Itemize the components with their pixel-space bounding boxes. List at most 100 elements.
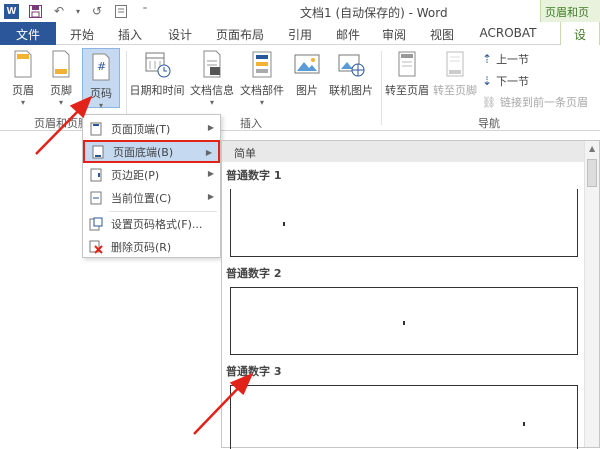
header-icon <box>9 49 37 79</box>
menu-item-label: 删除页码(R) <box>111 240 172 254</box>
tab-hf-design[interactable]: 设 <box>560 22 600 45</box>
document-info-icon <box>198 49 226 79</box>
page-margin-icon <box>89 168 103 182</box>
quick-access-toolbar: W ↶ ▾ ↺ ⁼ <box>4 3 153 19</box>
page-top-icon <box>89 122 103 136</box>
gallery-scrollbar[interactable]: ▲ <box>584 141 599 447</box>
footer-label: 页脚 <box>50 84 72 97</box>
link-icon: ⛓ <box>482 95 496 109</box>
docparts-label: 文档部件 <box>240 84 284 97</box>
remove-page-number-icon <box>89 240 103 254</box>
header-label: 页眉 <box>12 84 34 97</box>
goto-footer-button[interactable]: 转至页脚 <box>432 49 478 98</box>
gallery-item-plain-number-3[interactable] <box>230 385 578 449</box>
group-label-insert: 插入 <box>240 117 262 130</box>
goto-footer-label: 转至页脚 <box>433 84 477 97</box>
gallery-item-plain-number-2[interactable] <box>230 287 578 355</box>
picture-button[interactable]: 图片 <box>290 49 324 98</box>
goto-header-icon <box>393 49 421 79</box>
scroll-up-arrow-icon[interactable]: ▲ <box>589 144 595 153</box>
docinfo-button[interactable]: 文档信息 ▾ <box>188 49 236 107</box>
menu-item-top-of-page[interactable]: 页面顶端(T) ▶ <box>83 117 220 140</box>
link-to-previous-label: 链接到前一条页眉 <box>499 96 588 109</box>
previous-section-button[interactable]: ⇡ 上一节 <box>482 51 529 67</box>
previous-section-icon: ⇡ <box>482 52 493 66</box>
scroll-thumb[interactable] <box>587 159 597 187</box>
submenu-arrow-icon: ▶ <box>207 123 214 132</box>
gallery-section-header: 简单 <box>222 141 584 162</box>
page-number-marker <box>523 422 525 426</box>
page-number-icon: # <box>87 52 115 82</box>
current-position-icon <box>89 191 103 205</box>
gallery-item-title: 普通数字 3 <box>226 365 282 378</box>
tab-view[interactable]: 视图 <box>424 22 460 45</box>
docparts-button[interactable]: 文档部件 ▾ <box>238 49 286 107</box>
tab-home[interactable]: 开始 <box>64 22 100 45</box>
customize-qat-icon[interactable]: ⁼ <box>137 3 153 19</box>
menu-item-current-position[interactable]: 当前位置(C) ▶ <box>83 186 220 209</box>
goto-header-label: 转至页眉 <box>385 84 429 97</box>
tab-insert[interactable]: 插入 <box>112 22 148 45</box>
submenu-arrow-icon: ▶ <box>207 169 214 178</box>
tab-references[interactable]: 引用 <box>282 22 318 45</box>
group-label-header-footer: 页眉和页脚 <box>34 117 89 130</box>
menu-item-remove-page-numbers[interactable]: 删除页码(R) <box>83 235 220 258</box>
menu-item-label: 页边距(P) <box>111 168 160 182</box>
tab-acrobat[interactable]: ACROBAT <box>476 22 540 45</box>
menu-item-label: 当前位置(C) <box>111 191 172 205</box>
menu-item-bottom-of-page[interactable]: 页面底端(B) ▶ <box>83 140 220 163</box>
ribbon-tabs: 文件 开始 插入 设计 页面布局 引用 邮件 审阅 视图 ACROBAT 设 <box>0 22 600 45</box>
group-label-navigation: 导航 <box>478 117 500 130</box>
print-preview-icon[interactable] <box>113 3 129 19</box>
next-section-label: 下一节 <box>496 75 530 88</box>
save-icon[interactable] <box>27 3 43 19</box>
online-picture-button[interactable]: 联机图片 <box>326 49 376 98</box>
online-picture-label: 联机图片 <box>329 84 373 97</box>
datetime-label: 日期和时间 <box>129 84 185 97</box>
gallery-item-plain-number-1[interactable] <box>230 189 578 257</box>
tab-file[interactable]: 文件 <box>0 22 56 45</box>
menu-item-label: 页面底端(B) <box>113 145 174 159</box>
tab-review[interactable]: 审阅 <box>376 22 412 45</box>
tab-mailings[interactable]: 邮件 <box>330 22 366 45</box>
gallery-item-title: 普通数字 2 <box>226 267 282 280</box>
undo-icon[interactable]: ↶ <box>51 3 67 19</box>
tab-page-layout[interactable]: 页面布局 <box>210 22 270 45</box>
word-logo-icon: W <box>4 3 19 19</box>
undo-dropdown-icon[interactable]: ▾ <box>75 3 81 19</box>
link-to-previous-button[interactable]: ⛓ 链接到前一条页眉 <box>482 94 588 110</box>
redo-icon[interactable]: ↺ <box>89 3 105 19</box>
menu-item-format-page-numbers[interactable]: 设置页码格式(F)... <box>83 212 220 235</box>
goto-header-button[interactable]: 转至页眉 <box>384 49 430 98</box>
menu-item-label: 设置页码格式(F)... <box>111 217 203 231</box>
ribbon-separator <box>381 51 382 125</box>
calendar-clock-icon <box>143 49 171 79</box>
footer-icon <box>47 49 75 79</box>
docinfo-label: 文档信息 <box>190 84 234 97</box>
tab-design[interactable]: 设计 <box>162 22 198 45</box>
page-number-menu: 页面顶端(T) ▶ 页面底端(B) ▶ 页边距(P) ▶ 当前位置(C) ▶ 设… <box>82 114 221 258</box>
menu-item-label: 页面顶端(T) <box>111 122 171 136</box>
page-number-marker <box>283 222 285 226</box>
format-page-number-icon <box>89 217 103 231</box>
menu-item-page-margins[interactable]: 页边距(P) ▶ <box>83 163 220 186</box>
header-button[interactable]: 页眉 ▾ <box>6 49 40 107</box>
submenu-arrow-icon: ▶ <box>207 192 214 201</box>
svg-text:#: # <box>97 60 106 73</box>
quick-parts-icon <box>248 49 276 79</box>
goto-footer-icon <box>441 49 469 79</box>
online-picture-icon <box>337 49 365 79</box>
picture-label: 图片 <box>296 84 318 97</box>
datetime-button[interactable]: 日期和时间 <box>128 49 186 98</box>
bottom-of-page-gallery: 简单 普通数字 1 普通数字 2 普通数字 3 ▲ <box>221 140 600 449</box>
page-number-button[interactable]: # 页码 ▾ <box>82 48 120 110</box>
previous-section-label: 上一节 <box>496 53 530 66</box>
next-section-button[interactable]: ⇣ 下一节 <box>482 73 529 89</box>
page-bottom-icon <box>91 145 105 159</box>
next-section-icon: ⇣ <box>482 74 493 88</box>
page-number-marker <box>403 321 405 325</box>
footer-button[interactable]: 页脚 ▾ <box>44 49 78 107</box>
document-title: 文档1 (自动保存的) - Word <box>300 6 448 20</box>
picture-icon <box>293 49 321 79</box>
title-bar: W ↶ ▾ ↺ ⁼ 文档1 (自动保存的) - Word 页眉和页 <box>0 0 600 22</box>
